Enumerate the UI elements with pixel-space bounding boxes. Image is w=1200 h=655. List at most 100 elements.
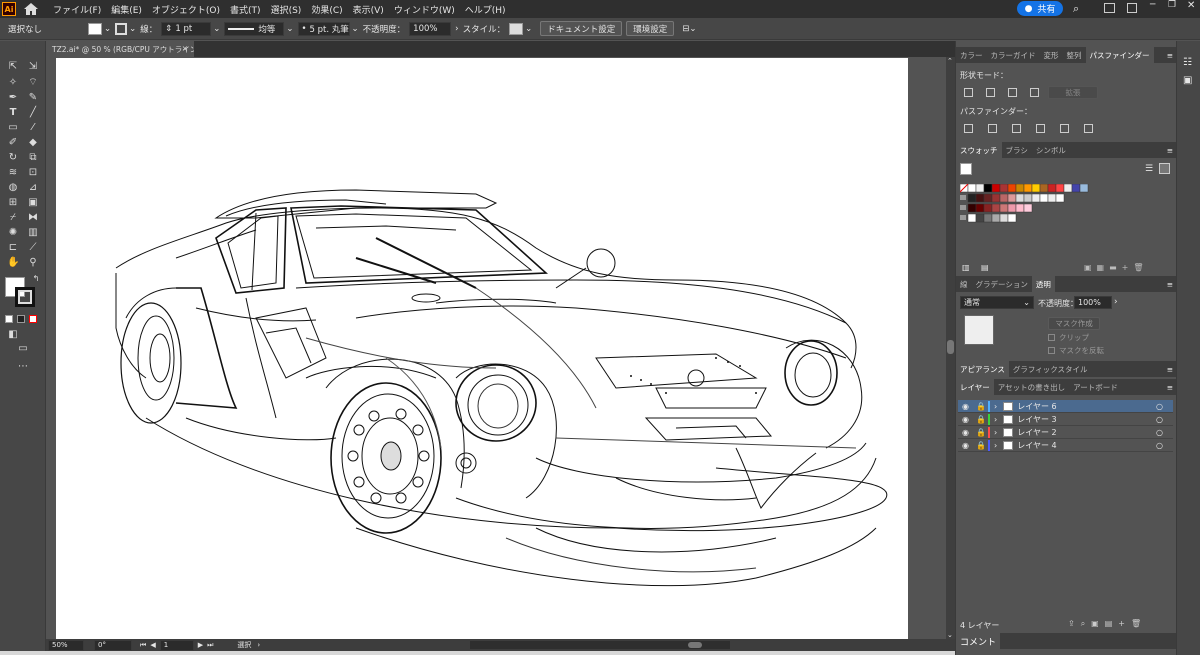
exclude-icon[interactable] — [1030, 88, 1039, 97]
restore-icon[interactable]: ❐ — [1168, 0, 1176, 10]
home-icon[interactable] — [24, 3, 38, 15]
tab-pathfinder[interactable]: パスファインダー — [1085, 47, 1154, 63]
minimize-icon[interactable]: ─ — [1150, 0, 1155, 10]
eyedropper-icon[interactable]: ⌿ — [7, 212, 19, 224]
preferences-button[interactable]: 環境設定 — [626, 21, 675, 36]
lock-icon[interactable]: 🔒 — [976, 415, 986, 424]
target-circle-icon[interactable]: ○ — [1156, 415, 1163, 424]
fill-swatch[interactable] — [88, 22, 102, 35]
tab-comments[interactable]: コメント — [956, 633, 1001, 649]
artboard-tool-icon[interactable]: ⊏ — [7, 242, 19, 254]
tab-layers[interactable]: レイヤー — [956, 379, 994, 395]
menu-effect[interactable]: 効果(C) — [306, 3, 347, 16]
layer-row[interactable]: ◉ 🔒 › レイヤー 3 ○ — [958, 413, 1173, 426]
trim-icon[interactable] — [988, 124, 997, 133]
stroke-weight-field[interactable]: ⇕ 1 pt — [161, 21, 212, 36]
panel-menu-icon[interactable]: ≡ — [1167, 280, 1173, 289]
lock-icon[interactable]: 🔒 — [976, 428, 986, 437]
artboard-number-field[interactable]: 1 — [159, 639, 194, 651]
tab-graphic-styles[interactable]: グラフィックスタイル — [1009, 361, 1092, 377]
tab-brushes[interactable]: ブラシ — [1002, 142, 1032, 158]
magic-wand-icon[interactable]: ✧ — [7, 77, 19, 89]
symbol-sprayer-icon[interactable]: ✺ — [7, 227, 19, 239]
close-icon[interactable]: ✕ — [1187, 0, 1195, 11]
tab-transform[interactable]: 変形 — [1040, 47, 1063, 63]
scroll-up-icon[interactable]: ⌃ — [947, 57, 953, 65]
chevron-down-icon[interactable]: ⌄ — [525, 24, 532, 34]
scroll-down-icon[interactable]: ⌄ — [947, 631, 953, 639]
tab-appearance[interactable]: アピアランス — [956, 361, 1009, 377]
expand-arrow-icon[interactable]: › — [994, 428, 997, 437]
zoom-field[interactable]: 50% — [48, 639, 84, 651]
tab-asset-export[interactable]: アセットの書き出し — [994, 379, 1069, 395]
arrange-icon[interactable] — [1104, 3, 1115, 13]
zoom-tool-icon[interactable]: ⚲ — [27, 257, 39, 269]
tab-color-guide[interactable]: カラーガイド — [987, 47, 1040, 63]
visibility-eye-icon[interactable]: ◉ — [962, 428, 974, 437]
layer-footer-icons[interactable]: ⇪⌕▣▤+🗑 — [1068, 619, 1147, 629]
vertical-scrollbar[interactable]: ⌃ ⌄ — [946, 57, 955, 639]
invert-mask-checkbox[interactable] — [1048, 347, 1055, 354]
menu-select[interactable]: 選択(S) — [266, 3, 307, 16]
panel-menu-icon[interactable]: ≡ — [1167, 383, 1173, 392]
swap-colors-icon[interactable]: ↰ — [30, 273, 42, 285]
brush-field[interactable]: • 5 pt. 丸筆 — [297, 21, 350, 36]
menu-window[interactable]: ウィンドウ(W) — [389, 3, 460, 16]
document-setup-button[interactable]: ドキュメント設定 — [540, 21, 623, 36]
last-artboard-icon[interactable]: ⏭ — [207, 641, 213, 650]
menu-type[interactable]: 書式(T) — [225, 3, 266, 16]
paintbrush-icon[interactable]: ⁄ — [27, 122, 39, 134]
curvature-tool-icon[interactable]: ✎ — [27, 92, 39, 104]
minus-front-icon[interactable] — [986, 88, 995, 97]
graph-tool-icon[interactable]: ▥ — [27, 227, 39, 239]
search-icon[interactable]: ⌕ — [1073, 2, 1079, 16]
tab-gradient[interactable]: グラデーション — [972, 276, 1032, 292]
minus-back-icon[interactable] — [1084, 124, 1093, 133]
rotate-tool-icon[interactable]: ↻ — [7, 152, 19, 164]
layer-row[interactable]: ◉ 🔒 › レイヤー 6 ○ — [958, 400, 1173, 413]
panel-menu-icon[interactable]: ≡ — [1167, 51, 1173, 60]
layer-row[interactable]: ◉ 🔒 › レイヤー 4 ○ — [958, 439, 1173, 452]
stroke-profile[interactable]: 均等 — [224, 21, 285, 36]
swatch-grid[interactable] — [960, 184, 1100, 224]
crop-icon[interactable] — [1036, 124, 1045, 133]
first-artboard-icon[interactable]: ⏮ — [140, 641, 146, 650]
layer-row[interactable]: ◉ 🔒 › レイヤー 2 ○ — [958, 426, 1173, 439]
eraser-icon[interactable]: ◆ — [27, 137, 39, 149]
menu-help[interactable]: ヘルプ(H) — [460, 3, 511, 16]
gradient-tool-icon[interactable]: ▣ — [27, 197, 39, 209]
chevron-right-icon[interactable]: › — [455, 24, 458, 34]
direct-selection-tool-icon[interactable]: ⇲ — [27, 61, 39, 73]
close-tab-icon[interactable]: × — [182, 44, 188, 53]
menu-object[interactable]: オブジェクト(O) — [147, 3, 225, 16]
panel-toggle-icon[interactable] — [1127, 3, 1137, 13]
lock-icon[interactable]: 🔒 — [976, 402, 986, 411]
rotation-field[interactable]: 0° — [94, 639, 132, 651]
menu-edit[interactable]: 編集(E) — [106, 3, 147, 16]
merge-icon[interactable] — [1012, 124, 1021, 133]
chevron-down-icon[interactable]: ⌄ — [129, 24, 136, 34]
draw-mode-icon[interactable]: ◧ — [7, 329, 19, 341]
tab-stroke[interactable]: 線 — [956, 276, 972, 292]
expand-arrow-icon[interactable]: › — [994, 402, 997, 411]
h-scroll-thumb[interactable] — [688, 642, 703, 648]
more-tools-icon[interactable]: ⋯ — [17, 361, 29, 373]
tab-align[interactable]: 整列 — [1063, 47, 1086, 63]
properties-icon[interactable]: ☷ — [1183, 57, 1192, 68]
next-artboard-icon[interactable]: ▶ — [198, 641, 203, 649]
chevron-right-icon[interactable]: › — [1114, 297, 1118, 307]
menu-view[interactable]: 表示(V) — [348, 3, 389, 16]
divide-icon[interactable] — [964, 124, 973, 133]
expand-arrow-icon[interactable]: › — [994, 441, 997, 450]
outline-icon[interactable] — [1060, 124, 1069, 133]
opacity-input-panel[interactable]: 100% — [1074, 296, 1112, 309]
blend-tool-icon[interactable]: ⧓ — [27, 212, 39, 224]
status-menu-icon[interactable]: › — [257, 641, 260, 649]
selection-tool-icon[interactable]: ⇱ — [7, 61, 19, 73]
chevron-down-icon[interactable]: ⌄ — [352, 24, 359, 34]
none-mode-icon[interactable] — [29, 315, 37, 323]
mesh-tool-icon[interactable]: ⊞ — [7, 197, 19, 209]
hand-tool-icon[interactable]: ✋ — [7, 257, 19, 269]
swatch-grid-view-icon[interactable] — [1159, 163, 1170, 174]
visibility-eye-icon[interactable]: ◉ — [962, 415, 974, 424]
